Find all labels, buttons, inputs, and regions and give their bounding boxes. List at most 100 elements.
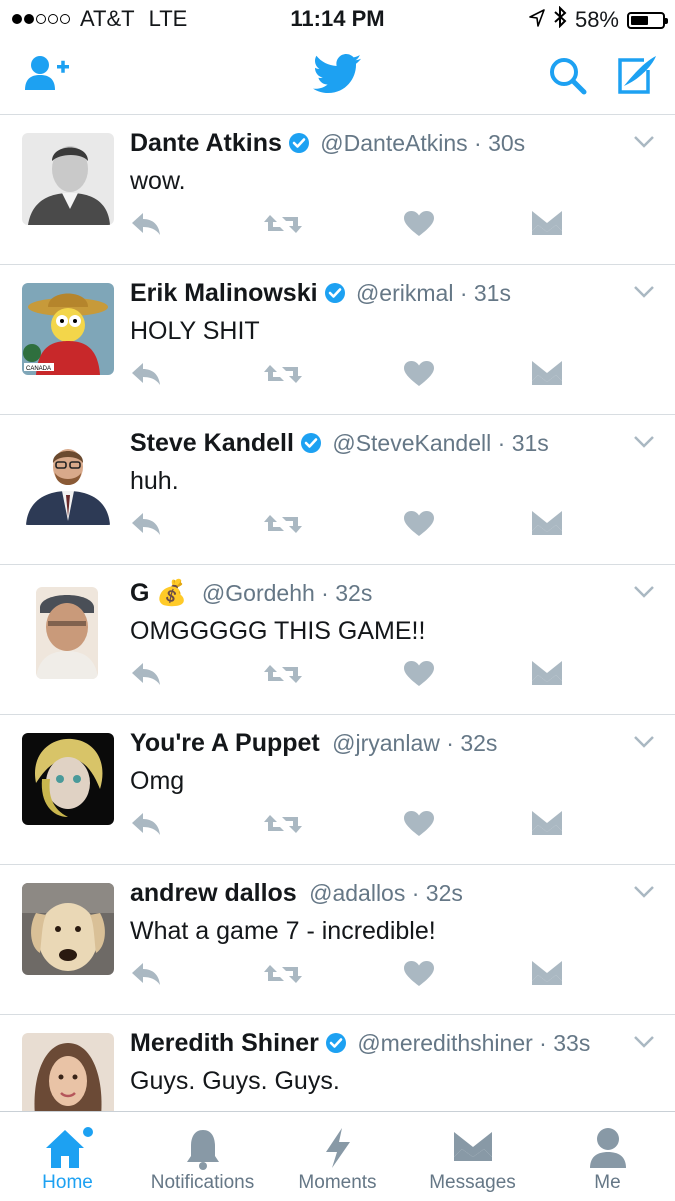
twitter-bird-icon[interactable] [313, 54, 361, 99]
chevron-down-icon[interactable] [633, 285, 655, 304]
like-icon[interactable] [404, 661, 434, 692]
tab-label: Home [42, 1172, 93, 1193]
top-navigation-bar [0, 36, 675, 115]
direct-message-icon[interactable] [532, 811, 562, 840]
tab-messages[interactable]: Messages [405, 1112, 540, 1201]
like-icon[interactable] [404, 511, 434, 542]
tweet-time: 32s [460, 730, 498, 756]
author-name[interactable]: andrew dallos [130, 879, 297, 907]
tweet-text: What a game 7 - incredible! [130, 917, 436, 945]
reply-icon[interactable] [130, 811, 162, 842]
status-icons: 58% [529, 5, 668, 34]
retweet-icon[interactable] [264, 361, 302, 392]
direct-message-icon[interactable] [532, 511, 562, 540]
lightning-icon [324, 1126, 352, 1170]
retweet-icon[interactable] [264, 511, 302, 542]
tweet-item[interactable]: Dante Atkins @DanteAtkins · 30s wow. [0, 115, 675, 265]
tweet-item[interactable]: Steve Kandell @SteveKandell · 31s huh. [0, 415, 675, 565]
tweet-actions [130, 811, 580, 841]
tab-moments[interactable]: Moments [270, 1112, 405, 1201]
tab-label: Notifications [150, 1172, 255, 1193]
like-icon[interactable] [404, 811, 434, 842]
tweet-header: You're A Puppet @jryanlaw · 32s [130, 729, 498, 757]
tweet-item[interactable]: G 💰 @Gordehh · 32s OMGGGGG THIS GAME!! [0, 565, 675, 715]
tweet-item[interactable]: andrew dallos @adallos · 32s What a game… [0, 865, 675, 1015]
reply-icon[interactable] [130, 361, 162, 392]
author-name[interactable]: You're A Puppet [130, 729, 320, 757]
retweet-icon[interactable] [264, 211, 302, 242]
tab-home[interactable]: Home [0, 1112, 135, 1201]
author-name[interactable]: G 💰 [130, 579, 188, 607]
timeline-feed[interactable]: Dante Atkins @DanteAtkins · 30s wow. CAN… [0, 115, 675, 1111]
tab-me[interactable]: Me [540, 1112, 675, 1201]
author-handle[interactable]: @SteveKandell [332, 430, 491, 456]
location-arrow-icon [529, 7, 545, 33]
direct-message-icon[interactable] [532, 211, 562, 240]
author-name[interactable]: Dante Atkins [130, 129, 282, 157]
tweet-time: 32s [425, 880, 463, 906]
reply-icon[interactable] [130, 211, 162, 242]
author-handle[interactable]: @jryanlaw [332, 730, 440, 756]
tweet-time: 32s [335, 580, 373, 606]
tweet-header: G 💰 @Gordehh · 32s [130, 579, 373, 607]
add-user-icon[interactable] [24, 54, 70, 99]
tweet-time: 33s [553, 1030, 591, 1056]
direct-message-icon[interactable] [532, 961, 562, 990]
reply-icon[interactable] [130, 511, 162, 542]
tweet-item[interactable]: Meredith Shiner @meredithshiner · 33s Gu… [0, 1015, 675, 1111]
like-icon[interactable] [404, 961, 434, 992]
avatar[interactable] [22, 733, 114, 825]
tweet-actions [130, 211, 580, 241]
retweet-icon[interactable] [264, 661, 302, 692]
tweet-header: Dante Atkins @DanteAtkins · 30s [130, 129, 525, 160]
retweet-icon[interactable] [264, 811, 302, 842]
author-handle[interactable]: @erikmal [356, 280, 453, 306]
compose-icon[interactable] [614, 54, 658, 101]
tweet-header: Erik Malinowski @erikmal · 31s [130, 279, 511, 310]
author-handle[interactable]: @Gordehh [202, 580, 315, 606]
author-name[interactable]: Meredith Shiner [130, 1029, 319, 1057]
verified-badge-icon [288, 132, 310, 160]
avatar[interactable] [22, 1033, 114, 1111]
tweet-header: andrew dallos @adallos · 32s [130, 879, 463, 907]
tab-label: Moments [298, 1172, 377, 1193]
chevron-down-icon[interactable] [633, 885, 655, 904]
author-name[interactable]: Erik Malinowski [130, 279, 318, 307]
avatar[interactable]: CANADA [22, 283, 114, 375]
tweet-item[interactable]: You're A Puppet @jryanlaw · 32s Omg [0, 715, 675, 865]
tweet-time: 31s [511, 430, 549, 456]
like-icon[interactable] [404, 211, 434, 242]
tweet-text: huh. [130, 467, 179, 495]
author-name[interactable]: Steve Kandell [130, 429, 294, 457]
reply-icon[interactable] [130, 961, 162, 992]
like-icon[interactable] [404, 361, 434, 392]
chevron-down-icon[interactable] [633, 735, 655, 754]
verified-badge-icon [300, 432, 322, 460]
tab-notifications[interactable]: Notifications [135, 1112, 270, 1201]
battery-icon [627, 11, 668, 29]
direct-message-icon[interactable] [532, 661, 562, 690]
reply-icon[interactable] [130, 661, 162, 692]
tab-label: Messages [429, 1172, 516, 1193]
envelope-icon [453, 1126, 493, 1170]
search-icon[interactable] [548, 56, 588, 101]
chevron-down-icon[interactable] [633, 135, 655, 154]
tweet-header: Meredith Shiner @meredithshiner · 33s [130, 1029, 590, 1060]
avatar[interactable] [36, 587, 98, 679]
tweet-text: OMGGGGG THIS GAME!! [130, 617, 426, 645]
tweet-time: 30s [488, 130, 526, 156]
status-bar: AT&T LTE 11:14 PM 58% [0, 0, 675, 36]
retweet-icon[interactable] [264, 961, 302, 992]
chevron-down-icon[interactable] [633, 585, 655, 604]
author-handle[interactable]: @meredithshiner [357, 1030, 532, 1056]
author-handle[interactable]: @DanteAtkins [320, 130, 467, 156]
author-handle[interactable]: @adallos [309, 880, 405, 906]
chevron-down-icon[interactable] [633, 435, 655, 454]
avatar[interactable] [22, 133, 114, 225]
avatar[interactable] [22, 883, 114, 975]
tweet-header: Steve Kandell @SteveKandell · 31s [130, 429, 549, 460]
chevron-down-icon[interactable] [633, 1035, 655, 1054]
tweet-item[interactable]: CANADA Erik Malinowski @erikmal · 31s HO… [0, 265, 675, 415]
direct-message-icon[interactable] [532, 361, 562, 390]
avatar[interactable] [22, 433, 114, 525]
